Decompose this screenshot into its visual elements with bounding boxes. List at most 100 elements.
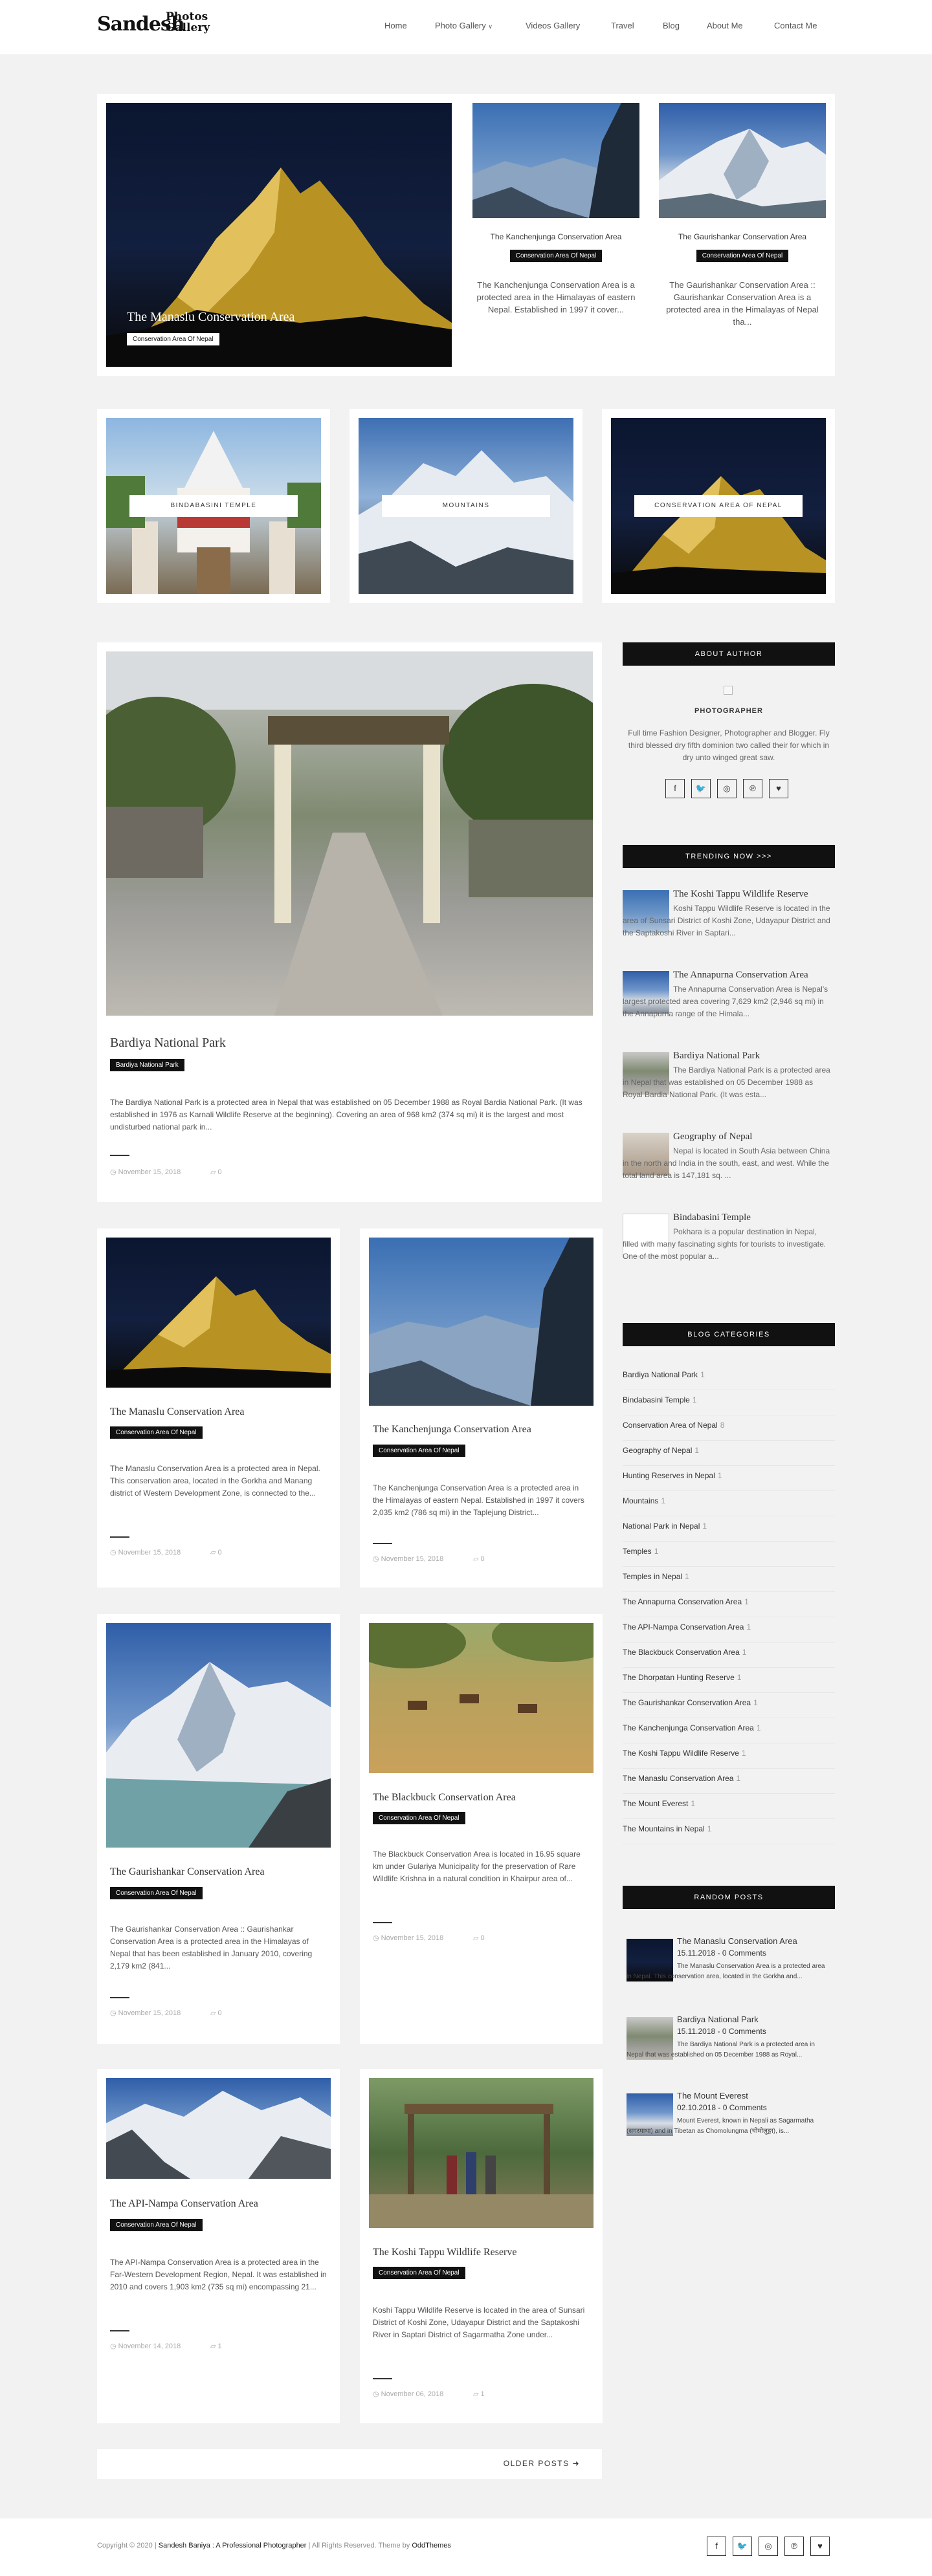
featured-big-badge[interactable]: Conservation Area Of Nepal [127, 333, 219, 345]
featured-small-badge-1[interactable]: Conservation Area Of Nepal [509, 250, 603, 262]
heart-icon[interactable]: ♥ [810, 2537, 830, 2556]
post-image-5[interactable] [106, 2078, 331, 2179]
instagram-icon[interactable]: ◎ [759, 2537, 778, 2556]
post-badge-2[interactable]: Conservation Area Of Nepal [373, 1445, 465, 1457]
heart-icon[interactable]: ♥ [769, 779, 788, 798]
post-comments-1[interactable]: ▱ 0 [210, 1548, 222, 1556]
category-item[interactable]: The Blackbuck Conservation Area 1 [623, 1643, 835, 1668]
post-badge-6[interactable]: Conservation Area Of Nepal [373, 2267, 465, 2279]
category-item[interactable]: The Koshi Tappu Wildlife Reserve 1 [623, 1743, 835, 1769]
featured-small-title-1[interactable]: The Kanchenjunga Conservation Area [472, 232, 639, 241]
post-badge-3[interactable]: Conservation Area Of Nepal [110, 1887, 203, 1899]
category-item[interactable]: The Annapurna Conservation Area 1 [623, 1592, 835, 1617]
pinterest-icon[interactable]: ℗ [743, 779, 762, 798]
nav-blog[interactable]: Blog [663, 21, 680, 30]
older-posts-link[interactable]: OLDER POSTS ➜ [504, 2459, 580, 2468]
nav-photo-gallery[interactable]: Photo Gallery ∨ [435, 21, 493, 30]
main-post-badge[interactable]: Bardiya National Park [110, 1059, 184, 1071]
category-count: 1 [756, 1723, 761, 1732]
post-title-4[interactable]: The Blackbuck Conservation Area [373, 1792, 516, 1804]
category-item[interactable]: Bindabasini Temple 1 [623, 1390, 835, 1415]
trending-title-4[interactable]: Geography of Nepal [673, 1131, 752, 1142]
category-item[interactable]: The Gaurishankar Conservation Area 1 [623, 1693, 835, 1718]
clock-icon: ◷ [110, 1549, 116, 1556]
random-title-1[interactable]: The Manaslu Conservation Area [677, 1936, 797, 1946]
featured-image-kanchenjunga[interactable] [472, 103, 639, 218]
post-image-6[interactable] [369, 2078, 594, 2228]
post-comments-5[interactable]: ▱ 1 [210, 2342, 222, 2350]
nav-videos-gallery[interactable]: Videos Gallery [526, 21, 580, 30]
promo-box-3[interactable]: CONSERVATION AREA OF NEPAL [602, 409, 835, 603]
facebook-icon[interactable]: f [665, 779, 685, 798]
featured-big-title[interactable]: The Manaslu Conservation Area [127, 310, 294, 325]
promo-box-1[interactable]: BINDABASINI TEMPLE [97, 409, 330, 603]
category-item[interactable]: Bardiya National Park 1 [623, 1365, 835, 1390]
category-item[interactable]: The Manaslu Conservation Area 1 [623, 1769, 835, 1794]
post-comments-6[interactable]: ▱ 1 [473, 2390, 485, 2398]
trending-title-5[interactable]: Bindabasini Temple [673, 1212, 751, 1223]
post-title-6[interactable]: The Koshi Tappu Wildlife Reserve [373, 2247, 516, 2258]
post-comments-2[interactable]: ▱ 0 [473, 1555, 485, 1563]
nav-home[interactable]: Home [384, 21, 407, 30]
featured-small-title-2[interactable]: The Gaurishankar Conservation Area [659, 232, 826, 241]
trending-excerpt-3: The Bardiya National Park is a protected… [623, 1065, 830, 1099]
post-image-4[interactable] [369, 1623, 594, 1773]
main-post-image[interactable] [106, 651, 593, 1016]
trending-heading: TRENDING NOW >>> [623, 845, 835, 868]
featured-image-gaurishankar[interactable] [659, 103, 826, 218]
random-title-2[interactable]: Bardiya National Park [677, 2014, 759, 2024]
post-comments-4[interactable]: ▱ 0 [473, 1934, 485, 1942]
post-comments-count-6: 1 [480, 2390, 485, 2398]
post-badge-5[interactable]: Conservation Area Of Nepal [110, 2219, 203, 2231]
post-comments-3[interactable]: ▱ 0 [210, 2009, 222, 2017]
twitter-icon[interactable]: 🐦 [733, 2537, 752, 2556]
instagram-icon[interactable]: ◎ [717, 779, 737, 798]
footer-author-link[interactable]: Sandesh Baniya : A Professional Photogra… [159, 2542, 307, 2549]
facebook-icon[interactable]: f [707, 2537, 726, 2556]
nav-contact-me[interactable]: Contact Me [774, 21, 817, 30]
featured-image-manaslu[interactable]: The Manaslu Conservation Area Conservati… [106, 103, 452, 367]
featured-small-badge-2[interactable]: Conservation Area Of Nepal [696, 250, 789, 262]
post-badge-1[interactable]: Conservation Area Of Nepal [110, 1426, 203, 1439]
post-image-2[interactable] [369, 1238, 594, 1406]
category-item[interactable]: Temples in Nepal 1 [623, 1567, 835, 1592]
post-excerpt-6: Koshi Tappu Wildlife Reserve is located … [373, 2306, 585, 2339]
main-post-title[interactable]: Bardiya National Park [110, 1036, 226, 1051]
post-title-5[interactable]: The API-Nampa Conservation Area [110, 2198, 258, 2210]
category-item[interactable]: Conservation Area of Nepal 8 [623, 1415, 835, 1441]
category-item[interactable]: The Mountains in Nepal 1 [623, 1819, 835, 1844]
category-item[interactable]: Mountains 1 [623, 1491, 835, 1516]
category-item[interactable]: National Park in Nepal 1 [623, 1516, 835, 1542]
category-item[interactable]: The Mount Everest 1 [623, 1794, 835, 1819]
twitter-icon[interactable]: 🐦 [691, 779, 711, 798]
category-name: National Park in Nepal [623, 1522, 700, 1531]
post-image-3[interactable] [106, 1623, 331, 1848]
footer-theme-link[interactable]: OddThemes [412, 2542, 451, 2549]
category-item[interactable]: The Kanchenjunga Conservation Area 1 [623, 1718, 835, 1743]
main-post-comments[interactable]: ▱ 0 [210, 1168, 222, 1176]
post-title-3[interactable]: The Gaurishankar Conservation Area [110, 1866, 265, 1878]
post-date-text-2: November 15, 2018 [381, 1555, 444, 1563]
promo-label-2: MOUNTAINS [382, 495, 550, 517]
trending-title-1[interactable]: The Koshi Tappu Wildlife Reserve [673, 889, 808, 900]
site-logo[interactable]: Sandesh Photos Gallery [97, 9, 227, 45]
nav-travel[interactable]: Travel [611, 21, 634, 30]
promo-box-2[interactable]: MOUNTAINS [350, 409, 582, 603]
category-item[interactable]: Geography of Nepal 1 [623, 1441, 835, 1466]
pinterest-icon[interactable]: ℗ [784, 2537, 804, 2556]
category-item[interactable]: Hunting Reserves in Nepal 1 [623, 1466, 835, 1491]
category-item[interactable]: The API-Nampa Conservation Area 1 [623, 1617, 835, 1643]
post-title-1[interactable]: The Manaslu Conservation Area [110, 1406, 245, 1418]
post-image-1[interactable] [106, 1238, 331, 1388]
post-badge-4[interactable]: Conservation Area Of Nepal [373, 1812, 465, 1824]
comment-icon: ▱ [210, 1168, 216, 1176]
nav-about-me[interactable]: About Me [707, 21, 743, 30]
post-date-3: ◷ November 15, 2018 [110, 2009, 181, 2017]
post-title-2[interactable]: The Kanchenjunga Conservation Area [373, 1424, 531, 1435]
trending-title-3[interactable]: Bardiya National Park [673, 1051, 760, 1062]
post-card-1: The Manaslu Conservation Area Conservati… [97, 1228, 340, 1588]
category-item[interactable]: Temples 1 [623, 1542, 835, 1567]
random-title-3[interactable]: The Mount Everest [677, 2091, 748, 2101]
trending-title-2[interactable]: The Annapurna Conservation Area [673, 970, 808, 981]
category-item[interactable]: The Dhorpatan Hunting Reserve 1 [623, 1668, 835, 1693]
